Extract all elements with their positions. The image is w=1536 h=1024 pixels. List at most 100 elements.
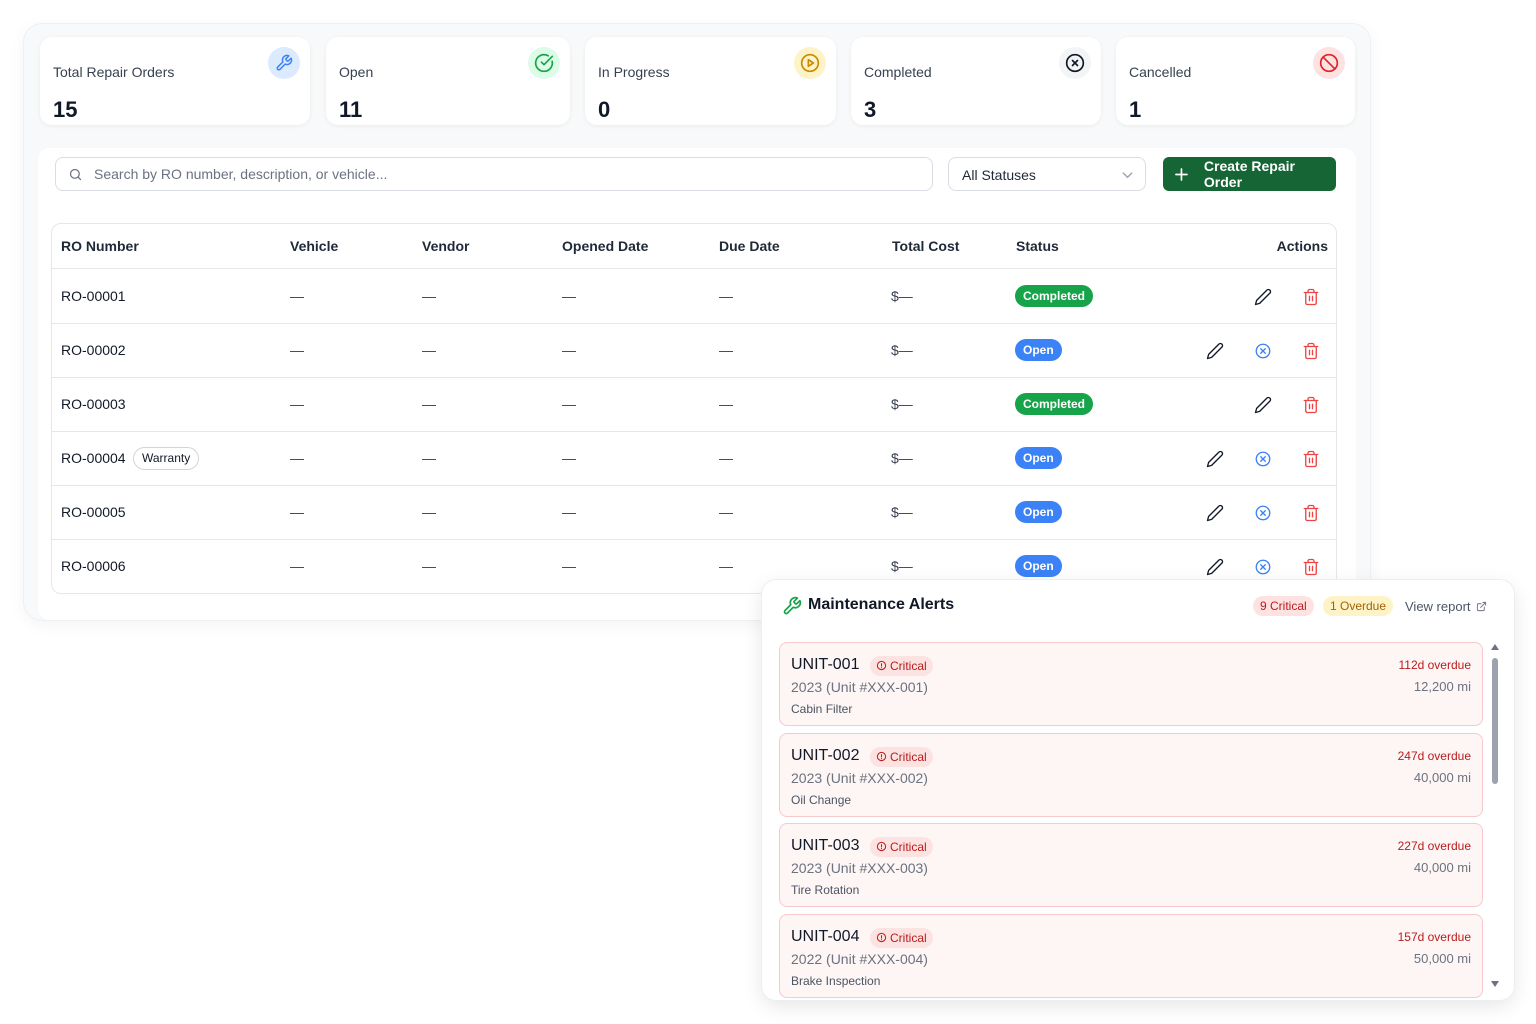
search-icon [69,168,82,181]
unit-id: UNIT-003 [791,837,860,854]
ro-number[interactable]: RO-00001 [61,288,126,304]
status-badge: Open [1015,501,1062,523]
column-header: Total Cost [892,238,960,254]
due-date-cell: — [719,558,733,574]
repair-orders-table: RO Number Vehicle Vendor Opened Date Due… [51,223,1337,594]
vendor-cell: — [422,288,436,304]
cancel-icon[interactable] [1253,449,1273,469]
table-row[interactable]: RO-00001 — — — — $— Completed [52,270,1336,324]
due-date-cell: — [719,396,733,412]
repair-orders-card: All Statuses Create Repair Order RO Numb… [38,148,1356,620]
status-filter-value: All Statuses [962,167,1036,183]
edit-icon[interactable] [1205,341,1225,361]
stat-label: Cancelled [1129,64,1192,80]
stat-card-in-progress: In Progress 0 [585,37,836,125]
stat-card-cancelled: Cancelled 1 [1116,37,1355,125]
delete-icon[interactable] [1301,503,1321,523]
external-link-icon [1476,601,1486,612]
alert-card[interactable]: UNIT-002 Critical 2023 (Unit #XXX-002) Oil … [779,732,1483,817]
vendor-cell: — [422,558,436,574]
alert-card[interactable]: UNIT-004 Critical 2022 (Unit #XXX-004) Brak… [779,913,1483,998]
stat-label: In Progress [598,64,670,80]
vendor-cell: — [422,504,436,520]
create-repair-order-button[interactable]: Create Repair Order [1163,157,1336,191]
column-header: Due Date [719,238,780,254]
ro-number[interactable]: RO-00002 [61,342,126,358]
total-cost-cell: $— [891,558,913,574]
scroll-up-arrow[interactable] [1491,644,1499,650]
opened-date-cell: — [562,558,576,574]
table-row[interactable]: RO-00003 — — — — $— Completed [52,378,1336,432]
unit-id: UNIT-001 [791,656,860,673]
critical-badge: Critical [870,837,933,857]
table-row[interactable]: RO-00002 — — — — $— Open [52,324,1336,378]
ro-number[interactable]: RO-00004 [61,450,126,466]
table-row[interactable]: RO-00005 — — — — $— Open [52,486,1336,540]
stat-label: Total Repair Orders [53,64,175,80]
stat-value: 3 [864,97,877,122]
delete-icon[interactable] [1301,449,1321,469]
vehicle-description: 2022 (Unit #XXX-004) [791,950,928,967]
service-type: Brake Inspection [791,973,881,988]
stat-label: Open [339,64,374,80]
table-row[interactable]: RO-00004 Warranty — — — — $— Open [52,432,1336,486]
wrench-icon [268,47,300,79]
ro-number[interactable]: RO-00005 [61,504,126,520]
critical-badge: Critical [870,746,933,767]
critical-badge: Critical [870,656,933,676]
repair-orders-panel: Total Repair Orders 15 Open 11 In Progre… [24,24,1370,620]
view-report-link[interactable]: View report [1405,599,1487,614]
scroll-down-arrow[interactable] [1491,981,1499,987]
total-cost-cell: $— [891,396,913,412]
total-cost-cell: $— [891,288,913,304]
status-badge: Open [1015,339,1062,361]
due-date-cell: — [719,342,733,358]
status-badge: Open [1015,555,1062,577]
vehicle-cell: — [290,558,304,574]
delete-icon[interactable] [1301,341,1321,361]
column-header: Status [1016,238,1059,254]
column-header: Actions [1276,238,1328,254]
delete-icon[interactable] [1301,395,1321,415]
edit-icon[interactable] [1205,557,1225,577]
search-box[interactable] [55,157,933,191]
mileage: 40,000 mi [1413,769,1471,785]
delete-icon[interactable] [1301,557,1321,577]
vendor-cell: — [422,342,436,358]
unit-id: UNIT-004 [791,927,860,945]
column-header: RO Number [61,238,139,254]
due-date-cell: — [719,450,733,466]
edit-icon[interactable] [1205,503,1225,523]
ro-number[interactable]: RO-00003 [61,396,126,412]
due-date-cell: — [719,288,733,304]
stat-label: Completed [864,64,932,80]
plus-icon [1175,167,1188,181]
alert-card[interactable]: UNIT-001 Critical 2023 (Unit #XXX-001) Cabi… [779,642,1483,726]
edit-icon[interactable] [1253,395,1273,415]
opened-date-cell: — [562,342,576,358]
play-circle-icon [794,47,826,79]
alert-card[interactable]: UNIT-003 Critical 2023 (Unit #XXX-003) Tire… [779,823,1483,907]
vehicle-cell: — [290,504,304,520]
mileage: 50,000 mi [1413,950,1471,966]
scrollbar-thumb[interactable] [1492,658,1498,784]
cancel-icon[interactable] [1253,341,1273,361]
maintenance-alerts-panel: Maintenance Alerts 9 Critical 1 Overdue … [762,580,1514,1000]
search-input[interactable] [94,158,914,190]
ro-number[interactable]: RO-00006 [61,558,126,574]
opened-date-cell: — [562,288,576,304]
cancel-icon[interactable] [1253,557,1273,577]
edit-icon[interactable] [1205,449,1225,469]
table-header: RO Number Vehicle Vendor Opened Date Due… [52,224,1336,269]
severity-label: Critical [890,749,927,764]
column-header: Opened Date [562,238,649,254]
vehicle-cell: — [290,396,304,412]
edit-icon[interactable] [1253,287,1273,307]
delete-icon[interactable] [1301,287,1321,307]
status-filter-select[interactable]: All Statuses [948,157,1146,191]
stat-card-total: Total Repair Orders 15 [40,37,310,125]
stat-value: 0 [598,97,611,122]
chevron-down-icon [1122,172,1133,179]
cancel-icon[interactable] [1253,503,1273,523]
overdue-days: 247d overdue [1397,748,1471,763]
